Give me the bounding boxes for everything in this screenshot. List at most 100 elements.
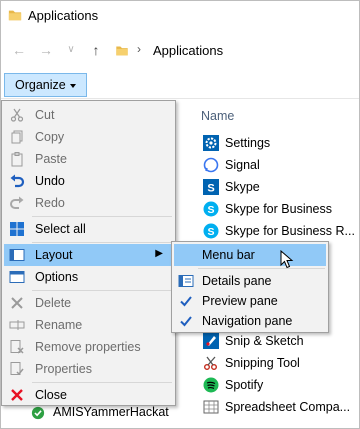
delete-x-icon xyxy=(9,295,25,311)
menu-item-paste[interactable]: Paste xyxy=(4,148,173,170)
submenu-separator xyxy=(198,268,325,269)
skype-business-icon: S xyxy=(203,223,219,239)
scissors-icon xyxy=(9,107,25,123)
submenu-arrow-icon: ▶ xyxy=(155,248,163,259)
mouse-pointer-icon xyxy=(280,249,294,273)
menu-item-properties[interactable]: Properties xyxy=(4,358,173,380)
checkmark-icon xyxy=(178,293,194,309)
menu-item-undo[interactable]: Undo xyxy=(4,170,173,192)
menu-separator xyxy=(32,382,172,383)
layout-submenu: Menu bar Details pane Preview pane Navig… xyxy=(171,241,329,333)
menu-item-rename[interactable]: Rename xyxy=(4,314,173,336)
menu-item-label: Rename xyxy=(35,318,83,332)
submenu-item-menu-bar[interactable]: Menu bar xyxy=(174,244,326,266)
nav-pane-item-label: AMISYammerHackat xyxy=(53,405,169,419)
item-name: Settings xyxy=(225,136,271,150)
menu-separator xyxy=(32,290,172,291)
remove-properties-icon xyxy=(9,339,25,355)
explorer-window: Applications ← → ∨ ↑ › Applications Orga… xyxy=(0,0,360,429)
navigation-row: ← → ∨ ↑ › Applications xyxy=(1,34,359,68)
item-name: Snipping Tool xyxy=(225,356,300,370)
submenu-item-navigation-pane[interactable]: Navigation pane xyxy=(174,310,326,332)
checkmark-icon xyxy=(178,313,194,329)
submenu-item-preview-pane[interactable]: Preview pane xyxy=(174,290,326,312)
menu-item-label: Layout xyxy=(35,248,73,262)
item-name: Signal xyxy=(225,158,260,172)
menu-item-remove-properties[interactable]: Remove properties xyxy=(4,336,173,358)
submenu-item-details-pane[interactable]: Details pane xyxy=(174,270,326,292)
item-name: Snip & Sketch xyxy=(225,334,304,348)
submenu-item-label: Menu bar xyxy=(202,248,255,262)
menu-item-label: Properties xyxy=(35,362,92,376)
menu-item-delete[interactable]: Delete xyxy=(4,292,173,314)
menu-separator xyxy=(32,216,172,217)
scissors-icon xyxy=(203,355,219,371)
menu-item-label: Select all xyxy=(35,222,86,236)
menu-item-label: Paste xyxy=(35,152,67,166)
svg-text:S: S xyxy=(207,226,214,238)
menu-item-label: Cut xyxy=(35,108,55,122)
menu-separator xyxy=(32,242,172,243)
item-name: Skype xyxy=(225,180,260,194)
menu-item-label: Redo xyxy=(35,196,65,210)
shield-check-icon xyxy=(31,406,45,420)
spotify-icon xyxy=(203,377,219,393)
menu-item-label: Copy xyxy=(35,130,65,144)
menu-item-label: Close xyxy=(35,388,67,402)
item-name: Skype for Business xyxy=(225,202,332,216)
signal-icon xyxy=(203,157,219,173)
close-icon xyxy=(9,387,25,403)
snip-sketch-icon xyxy=(203,333,219,349)
recent-chevron-down-icon[interactable]: ∨ xyxy=(63,42,79,58)
menu-item-label: Undo xyxy=(35,174,65,188)
menu-item-label: Delete xyxy=(35,296,72,310)
copy-icon xyxy=(9,129,25,145)
address-bar[interactable]: › Applications xyxy=(111,40,359,62)
column-header-name[interactable]: Name xyxy=(201,109,234,123)
svg-text:S: S xyxy=(207,183,214,195)
up-arrow-icon[interactable]: ↑ xyxy=(88,42,104,58)
svg-text:S: S xyxy=(207,204,214,216)
skype-icon: S xyxy=(203,179,219,195)
menu-item-options[interactable]: Options xyxy=(4,266,173,288)
organize-button[interactable]: Organize xyxy=(4,73,87,97)
redo-icon xyxy=(9,195,25,211)
properties-icon xyxy=(9,361,25,377)
skype-business-icon: S xyxy=(203,201,219,217)
menu-item-label: Remove properties xyxy=(35,340,141,354)
back-arrow-icon[interactable]: ← xyxy=(11,42,27,58)
menu-item-copy[interactable]: Copy xyxy=(4,126,173,148)
item-name: Spotify xyxy=(225,378,264,392)
forward-arrow-icon[interactable]: → xyxy=(38,42,54,58)
clipboard-icon xyxy=(9,151,25,167)
submenu-item-label: Details pane xyxy=(202,274,272,288)
layout-icon xyxy=(9,247,25,263)
breadcrumb-applications[interactable]: Applications xyxy=(153,43,223,58)
menu-item-select-all[interactable]: Select all xyxy=(4,218,173,240)
item-name: Spreadsheet Compa... xyxy=(225,400,351,414)
options-icon xyxy=(9,269,25,285)
title-bar: Applications xyxy=(1,1,359,33)
menu-item-close[interactable]: Close xyxy=(4,384,173,406)
menu-item-cut[interactable]: Cut xyxy=(4,104,173,126)
gear-icon xyxy=(203,135,219,151)
menu-item-redo[interactable]: Redo xyxy=(4,192,173,214)
organize-label: Organize xyxy=(15,78,66,92)
menu-item-label: Options xyxy=(35,270,79,284)
submenu-item-label: Navigation pane xyxy=(202,314,293,328)
undo-icon xyxy=(9,173,25,189)
folder-icon xyxy=(8,8,22,25)
submenu-item-label: Preview pane xyxy=(202,294,278,308)
spreadsheet-icon xyxy=(203,399,219,415)
menu-item-layout[interactable]: Layout ▶ xyxy=(4,244,173,266)
details-pane-icon xyxy=(178,273,194,289)
rename-icon xyxy=(9,317,25,333)
breadcrumb-chevron-icon[interactable]: › xyxy=(137,42,141,56)
window-title: Applications xyxy=(28,8,99,23)
organize-menu: Cut Copy Paste Undo Redo Select all Layo… xyxy=(1,100,176,406)
item-name: Skype for Business R... xyxy=(225,224,355,238)
select-all-icon xyxy=(9,221,25,237)
command-bar: Organize xyxy=(1,69,359,99)
organize-dropdown-icon xyxy=(69,83,76,88)
address-folder-icon xyxy=(115,44,129,60)
